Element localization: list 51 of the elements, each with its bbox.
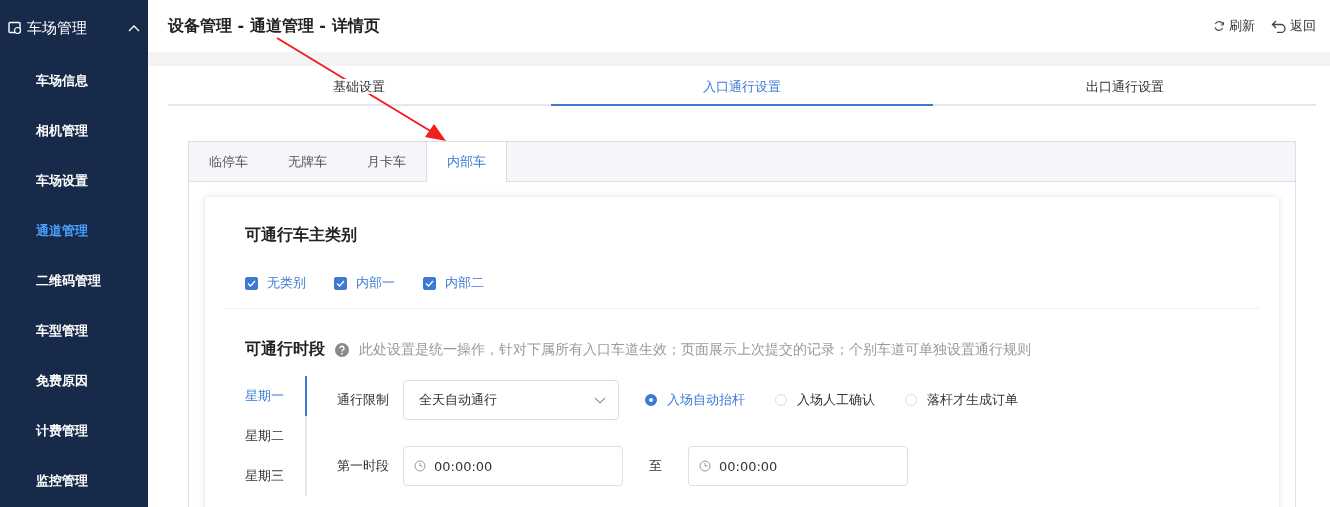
chevron-down-icon xyxy=(594,396,606,404)
back-button[interactable]: 返回 xyxy=(1271,17,1316,35)
sidebar-item[interactable]: 相机管理 xyxy=(0,106,148,156)
field-label: 第一时段 xyxy=(337,457,390,475)
weekday-tab[interactable]: 星期二 xyxy=(245,416,307,456)
settings-tab[interactable]: 基础设置 xyxy=(168,70,551,106)
sidebar-item[interactable]: 通道管理 xyxy=(0,206,148,256)
checkbox[interactable] xyxy=(334,276,347,290)
mode-radio[interactable]: 入场自动抬杆 xyxy=(645,391,745,409)
checkbox[interactable] xyxy=(423,276,436,290)
sidebar-item[interactable]: 车场信息 xyxy=(0,56,148,106)
section-title: 可通行时段 xyxy=(245,339,325,360)
undo-icon xyxy=(1271,19,1286,33)
weekday-tab[interactable]: 星期三 xyxy=(245,456,307,496)
help-icon xyxy=(335,342,349,357)
clock-icon xyxy=(699,460,711,472)
sidebar-item[interactable]: 二维码管理 xyxy=(0,256,148,306)
restriction-select[interactable]: 全天自动通行 xyxy=(403,380,619,420)
range-separator: 至 xyxy=(649,457,662,475)
checkbox[interactable] xyxy=(245,276,258,290)
owner-type-checkbox[interactable]: 无类别 xyxy=(245,274,306,292)
sidebar-item[interactable]: 车型管理 xyxy=(0,306,148,356)
clock-icon xyxy=(414,460,426,472)
settings-tab[interactable]: 出口通行设置 xyxy=(933,70,1316,106)
chevron-icon xyxy=(128,24,140,32)
sidebar-item[interactable]: 车场设置 xyxy=(0,156,148,206)
sidebar-group-label: 车场管理 xyxy=(27,18,88,38)
sidebar-item[interactable]: 监控管理 xyxy=(0,456,148,506)
owner-type-checkbox[interactable]: 内部二 xyxy=(423,274,484,292)
weekday-tab[interactable]: 星期一 xyxy=(245,376,307,416)
page-title: 设备管理 - 通道管理 - 详情页 xyxy=(168,15,381,37)
mode-radio[interactable]: 入场人工确认 xyxy=(775,391,875,409)
settings-tab[interactable]: 入口通行设置 xyxy=(550,70,934,106)
field-label: 通行限制 xyxy=(337,391,390,409)
end-time-field[interactable]: 00:00:00 xyxy=(688,446,908,486)
sidebar-group[interactable]: 车场管理 xyxy=(0,0,148,56)
mode-radio[interactable]: 落杆才生成订单 xyxy=(905,391,1018,409)
refresh-icon xyxy=(1213,20,1225,32)
sidebar-item[interactable]: 免费原因 xyxy=(0,356,148,406)
vehicle-tab[interactable]: 临停车 xyxy=(189,142,268,181)
sidebar-item[interactable]: 计费管理 xyxy=(0,406,148,456)
vehicle-tab[interactable]: 月卡车 xyxy=(347,142,426,181)
start-time-field[interactable]: 00:00:00 xyxy=(403,446,623,486)
owner-type-checkbox[interactable]: 内部一 xyxy=(334,274,395,292)
vehicle-tab[interactable]: 内部车 xyxy=(426,142,507,182)
radio[interactable] xyxy=(645,394,657,406)
refresh-button[interactable]: 刷新 xyxy=(1213,17,1255,35)
vehicle-tab[interactable]: 无牌车 xyxy=(268,142,347,181)
section-title: 可通行车主类别 xyxy=(244,225,358,246)
help-note: 此处设置是统一操作，针对下属所有入口车道生效；页面展示上次提交的记录；个别车道可单独设置通行规则 xyxy=(359,340,1031,359)
parking-icon xyxy=(8,21,22,35)
